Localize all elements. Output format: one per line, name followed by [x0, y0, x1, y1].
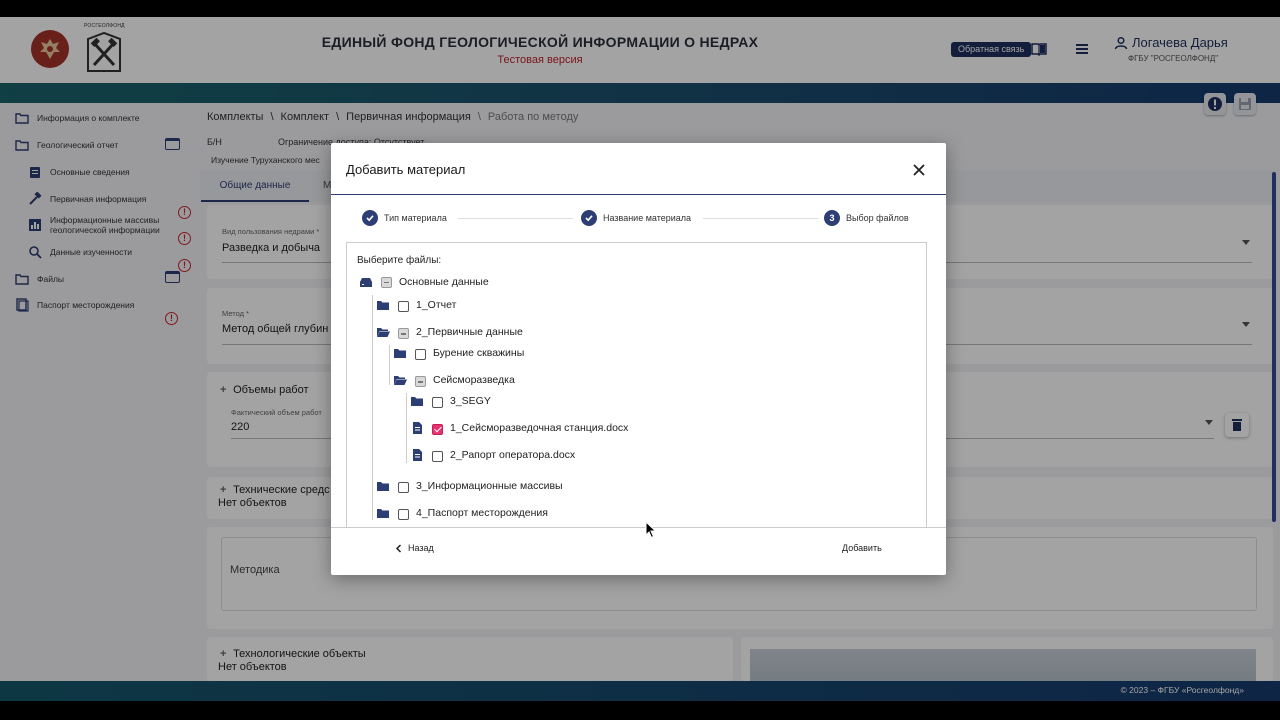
tree-node-label: Бурение скважины	[433, 346, 525, 359]
folder-icon	[394, 348, 406, 358]
tree-node-label: 2_Первичные данные	[416, 325, 523, 338]
tree-node-label: 4_Паспорт месторождения	[416, 506, 548, 519]
add-material-dialog: Добавить материал Тип материала Название…	[331, 143, 946, 575]
step-label: Тип материала	[384, 213, 447, 223]
tree-checkbox[interactable]	[432, 424, 443, 435]
folder-open-icon	[394, 375, 407, 385]
tree-node-label: 1_Отчет	[416, 298, 457, 311]
step-label: Название материала	[603, 213, 692, 223]
dialog-title: Добавить материал	[346, 162, 466, 177]
tree-node-label: Сейсморазведка	[433, 373, 515, 386]
footer-divider	[331, 527, 946, 528]
tree-node-label: 1_Сейсморазведочная станция.docx	[450, 421, 629, 434]
folder-icon	[377, 508, 389, 518]
tree-checkbox[interactable]	[415, 376, 426, 387]
tree-node-main-data[interactable]: Основные данные	[359, 276, 489, 288]
tree-node-operator-report[interactable]: 2_Рапорт оператора.docx	[410, 447, 575, 462]
folder-icon	[377, 300, 389, 310]
tree-guide	[406, 393, 407, 463]
tree-node-seismic[interactable]: Сейсморазведка	[393, 372, 515, 387]
file-icon	[413, 448, 422, 461]
page-scrollbar[interactable]	[1272, 172, 1276, 522]
step-material-type[interactable]: Тип материала	[362, 210, 447, 226]
tree-checkbox[interactable]	[398, 301, 409, 312]
tree-node-segy[interactable]: 3_SEGY	[410, 393, 491, 408]
tree-node-label: Основные данные	[399, 276, 489, 288]
step-label: Выбор файлов	[846, 213, 909, 223]
folder-open-icon	[377, 327, 390, 337]
step-file-selection[interactable]: 3 Выбор файлов	[824, 210, 909, 226]
add-button[interactable]: Добавить	[842, 543, 882, 553]
file-icon	[413, 421, 422, 434]
tree-checkbox[interactable]	[381, 276, 392, 288]
back-button[interactable]: Назад	[395, 543, 434, 553]
step-connector	[703, 218, 818, 219]
tree-node-label: 2_Рапорт оператора.docx	[450, 448, 576, 461]
tree-checkbox[interactable]	[398, 482, 409, 493]
check-icon	[581, 210, 597, 226]
tree-node-deposit-passport[interactable]: 4_Паспорт месторождения	[376, 505, 548, 520]
step-material-name[interactable]: Название материала	[581, 210, 691, 226]
tree-node-seismic-station[interactable]: 1_Сейсморазведочная станция.docx	[410, 420, 628, 435]
tree-node-drilling[interactable]: Бурение скважины	[393, 345, 524, 360]
check-icon	[362, 210, 378, 226]
step-number: 3	[824, 210, 840, 226]
stepper: Тип материала Название материала 3 Выбор…	[331, 195, 946, 243]
folder-icon	[377, 481, 389, 491]
close-icon[interactable]	[911, 162, 927, 178]
tree-checkbox[interactable]	[432, 451, 443, 462]
tree-heading: Выберите файлы:	[357, 255, 442, 266]
tree-node-label: 3_Информационные массивы	[416, 479, 563, 492]
tree-node-report[interactable]: 1_Отчет	[376, 297, 456, 312]
tree-guide	[372, 295, 373, 520]
folder-icon	[411, 396, 423, 406]
step-connector	[458, 218, 573, 219]
tree-node-primary-data[interactable]: 2_Первичные данные	[376, 324, 523, 339]
tree-checkbox[interactable]	[398, 509, 409, 520]
chevron-left-icon	[395, 543, 402, 553]
tree-node-info-arrays[interactable]: 3_Информационные массивы	[376, 478, 563, 493]
tree-guide	[389, 345, 390, 385]
drive-icon	[360, 278, 372, 287]
tree-node-label: 3_SEGY	[450, 394, 491, 407]
back-label: Назад	[408, 543, 434, 553]
tree-checkbox[interactable]	[432, 397, 443, 408]
file-tree: Выберите файлы: Основные данные 1_Отчет …	[346, 242, 927, 527]
mouse-cursor-icon	[645, 521, 657, 539]
tree-checkbox[interactable]	[415, 349, 426, 360]
app-window: РОСГЕОЛФОНД ЕДИНЫЙ ФОНД ГЕОЛОГИЧЕСКОЙ ИН…	[0, 17, 1280, 701]
tree-checkbox[interactable]	[398, 328, 409, 339]
